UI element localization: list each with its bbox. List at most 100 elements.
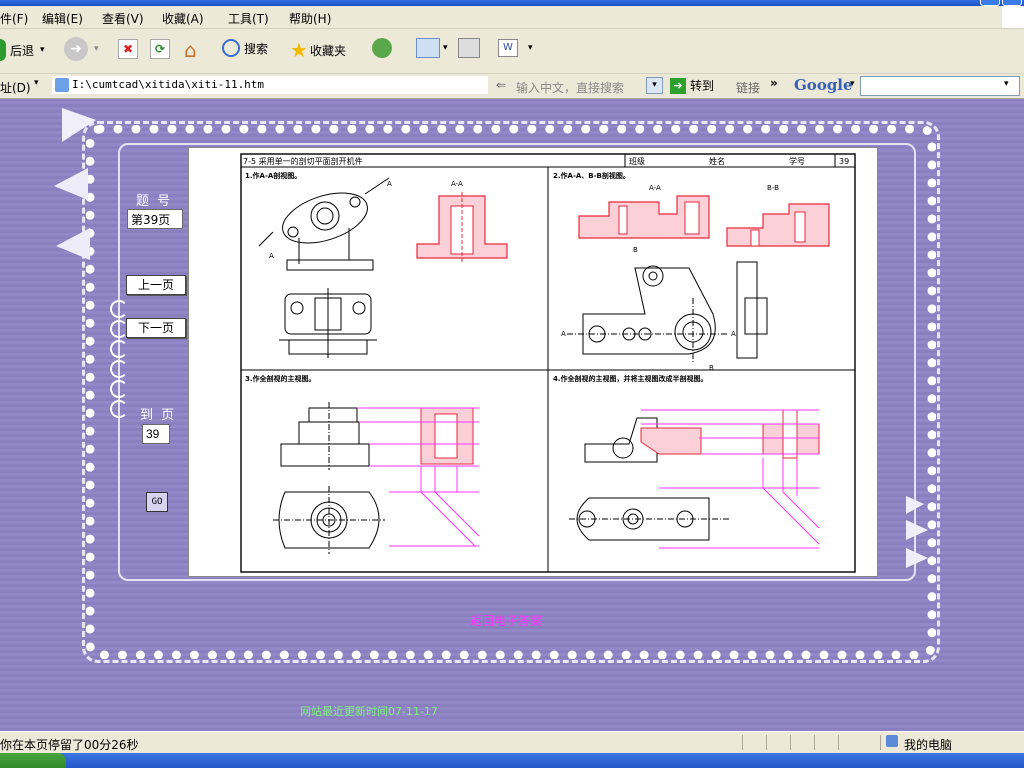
- toolbar: 后退 ▾ ➜ ▾ ✖ ⟳ ⌂ 搜索 ★ 收藏夹 ▾ W ▾: [0, 29, 1024, 74]
- triangle-decoration: [906, 548, 928, 568]
- search-button[interactable]: 搜索: [222, 39, 268, 57]
- chevron-down-icon[interactable]: ▾: [646, 77, 663, 94]
- prev-page-button[interactable]: 上一页: [126, 275, 186, 295]
- media-icon: [372, 38, 392, 58]
- media-button[interactable]: [372, 38, 392, 58]
- menu-tools[interactable]: 工具(T): [228, 10, 269, 27]
- print-button[interactable]: [458, 38, 480, 58]
- section-mark-a: A: [269, 252, 274, 260]
- refresh-icon: ⟳: [150, 39, 170, 59]
- triangle-decoration: [54, 168, 88, 200]
- ring-decoration: [110, 360, 128, 378]
- status-divider: [838, 735, 839, 750]
- address-search-hint: 输入中文，直接搜索: [516, 81, 625, 95]
- search-label: 搜索: [244, 41, 269, 56]
- back-arrow-icon: [0, 39, 6, 61]
- go-button[interactable]: ➔ 转到: [670, 77, 714, 94]
- word-icon: W: [498, 39, 518, 57]
- name-label: 姓名: [709, 156, 725, 166]
- star-icon: ★: [290, 38, 308, 62]
- question-2-text: 2.作A-A、B-B剖视图。: [553, 171, 630, 180]
- ring-decoration: [110, 340, 128, 358]
- chevron-down-icon[interactable]: ▾: [1004, 79, 1009, 89]
- q2-section-bb-view: [726, 203, 830, 247]
- question-1-text: 1.作A-A剖视图。: [245, 171, 301, 180]
- section-label-bb: B-B: [767, 184, 779, 192]
- back-arrow-icon: ⇐: [496, 78, 507, 92]
- goto-page-input[interactable]: [142, 424, 170, 444]
- q2-section-aa-view: [578, 195, 710, 239]
- question-4-text: 4.作全剖视的主视图，并将主视图改成半剖视图。: [553, 374, 708, 383]
- q2-plan-view: [567, 261, 768, 362]
- home-icon: ⌂: [184, 38, 197, 62]
- favorites-button[interactable]: ★ 收藏夹: [290, 38, 346, 62]
- google-search-input[interactable]: [860, 76, 1020, 96]
- q1-part-view: [258, 177, 390, 271]
- q1-section-view: [416, 192, 508, 262]
- class-label: 班级: [629, 156, 645, 166]
- back-button[interactable]: 后退 ▾: [0, 39, 45, 61]
- status-divider: [766, 735, 767, 750]
- links-more-icon[interactable]: »: [770, 76, 778, 90]
- search-icon: [222, 39, 240, 57]
- favorites-label: 收藏夹: [309, 43, 346, 58]
- section-mark-b: B: [709, 364, 714, 372]
- q4-section-view: [640, 409, 820, 459]
- menu-bar: 件(F) 编辑(E) 查看(V) 收藏(A) 工具(T) 帮助(H): [0, 6, 1024, 29]
- start-button[interactable]: [0, 753, 66, 768]
- section-mark-a: A: [731, 330, 736, 338]
- home-button[interactable]: ⌂: [184, 38, 197, 62]
- q1-top-view: [279, 288, 377, 358]
- site-update-text: 网站最近更新时间07-11-17: [300, 705, 438, 718]
- q3-section-view: [420, 407, 474, 465]
- section-label-aa: A-A: [649, 184, 661, 192]
- go-button-icon[interactable]: GO: [146, 492, 168, 512]
- sheet-page-number: 39: [839, 157, 849, 166]
- menu-file[interactable]: 件(F): [0, 10, 28, 27]
- security-zone-label: 我的电脑: [904, 738, 953, 752]
- question-number-label: 题 号: [136, 194, 173, 209]
- forward-button[interactable]: ➜ ▾: [64, 37, 99, 61]
- next-page-button[interactable]: 下一页: [126, 318, 186, 338]
- status-divider: [814, 735, 815, 750]
- url-field[interactable]: I:\cumtcad\xitida\xiti-11.htm: [52, 76, 488, 94]
- back-to-answers-link[interactable]: 返回电子答案: [470, 612, 542, 629]
- forward-arrow-icon: ➜: [64, 37, 88, 61]
- ring-decoration: [110, 400, 128, 418]
- chevron-down-icon: ▾: [34, 78, 39, 88]
- menu-help[interactable]: 帮助(H): [289, 10, 331, 27]
- student-id-label: 学号: [789, 156, 805, 166]
- status-bar: 你在本页停留了00分26秒 我的电脑: [0, 731, 1024, 754]
- status-divider: [790, 735, 791, 750]
- word-button[interactable]: W ▾: [498, 39, 533, 57]
- google-logo[interactable]: Google: [794, 76, 853, 94]
- computer-icon: [886, 735, 898, 747]
- status-divider: [880, 735, 881, 750]
- goto-page-label: 到 页: [140, 408, 177, 423]
- section-label-aa: A-A: [451, 180, 463, 188]
- print-icon: [458, 38, 480, 58]
- go-label: 转到: [690, 79, 715, 93]
- status-text: 你在本页停留了00分26秒: [0, 738, 139, 752]
- q3-front-view: [280, 402, 370, 470]
- question-3-text: 3.作全剖视的主视图。: [245, 374, 316, 383]
- triangle-decoration: [906, 496, 924, 514]
- stop-button[interactable]: ✖: [118, 39, 138, 59]
- links-label[interactable]: 链接: [736, 79, 760, 96]
- mail-button[interactable]: ▾: [416, 38, 448, 58]
- back-label: 后退: [10, 43, 35, 58]
- menu-edit[interactable]: 编辑(E): [42, 10, 83, 27]
- triangle-decoration: [56, 228, 90, 260]
- page-number-box: 第39页: [127, 209, 183, 229]
- menu-favorites[interactable]: 收藏(A): [162, 10, 204, 27]
- menu-view[interactable]: 查看(V): [102, 10, 144, 27]
- chevron-down-icon[interactable]: ▾: [850, 79, 855, 89]
- chevron-down-icon: ▾: [443, 43, 448, 53]
- windows-logo-icon: [1002, 6, 1024, 28]
- q3-top-view: [273, 486, 385, 554]
- refresh-button[interactable]: ⟳: [150, 39, 170, 59]
- triangle-decoration: [62, 108, 96, 142]
- address-label: 址(D): [0, 81, 31, 95]
- url-text: I:\cumtcad\xitida\xiti-11.htm: [72, 78, 265, 91]
- ring-decoration: [110, 300, 128, 318]
